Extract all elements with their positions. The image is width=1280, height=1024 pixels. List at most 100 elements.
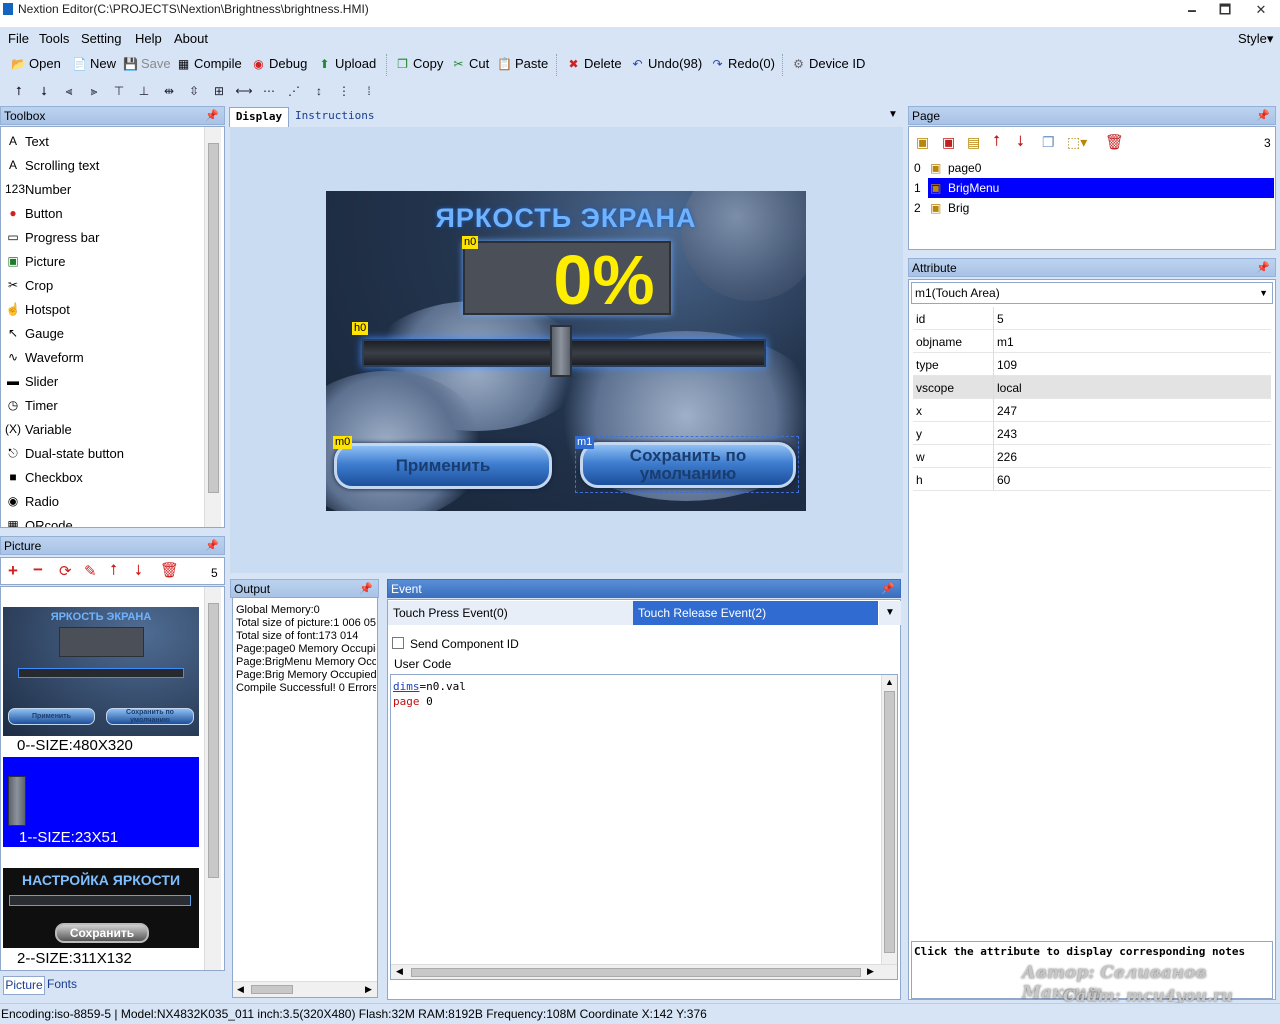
- import-page-icon[interactable]: ⬚▾: [1067, 134, 1087, 151]
- move-up-icon[interactable]: ⭡: [10, 82, 28, 100]
- picture-thumb-2[interactable]: НАСТРОЙКА ЯРКОСТИ Сохранить: [3, 868, 199, 948]
- undo-button[interactable]: ↶ Undo(98): [630, 56, 702, 71]
- event-tab-dropdown-icon[interactable]: ▼: [879, 601, 901, 625]
- menu-tools[interactable]: Tools: [39, 31, 69, 46]
- same-size-icon[interactable]: ⊞: [210, 82, 228, 100]
- align-top-icon[interactable]: ⊤: [110, 82, 128, 100]
- output-hscrollbar[interactable]: ◀ ▶: [233, 981, 377, 997]
- attribute-row-id[interactable]: id 5: [913, 307, 1271, 330]
- scroll-thumb[interactable]: [251, 985, 293, 994]
- page-item-BrigMenu[interactable]: 1 ▣ BrigMenu: [910, 178, 1274, 198]
- open-button[interactable]: 📂 Open: [11, 56, 61, 71]
- attribute-value[interactable]: 60: [997, 473, 1010, 487]
- apply-button-m0[interactable]: Применить: [334, 443, 552, 489]
- minimize-button[interactable]: 🗕: [1175, 0, 1209, 20]
- tab-touch-press[interactable]: Touch Press Event(0): [388, 601, 633, 625]
- distribute-horizontal-icon[interactable]: ⋯: [260, 82, 278, 100]
- tab-dropdown-icon[interactable]: ▼: [888, 109, 898, 120]
- toolbox-item[interactable]: 123 Number: [5, 181, 71, 197]
- scroll-left-icon[interactable]: ◀: [396, 966, 403, 977]
- toolbox-item[interactable]: ● Button: [5, 205, 62, 221]
- center-vertical-icon[interactable]: ⇳: [185, 82, 203, 100]
- attribute-value[interactable]: 247: [997, 404, 1017, 418]
- add-page-icon[interactable]: ▣: [916, 134, 929, 151]
- add-picture-icon[interactable]: +: [8, 561, 18, 581]
- edit-picture-icon[interactable]: ✎: [84, 562, 97, 580]
- attribute-value[interactable]: 226: [997, 450, 1017, 464]
- attribute-value[interactable]: 243: [997, 427, 1017, 441]
- attribute-value[interactable]: m1: [997, 335, 1014, 349]
- redo-button[interactable]: ↷ Redo(0): [710, 56, 775, 71]
- toolbox-item[interactable]: ✂ Crop: [5, 277, 53, 293]
- selection-box-m1[interactable]: Сохранить по умолчанию: [575, 436, 799, 493]
- pin-icon[interactable]: 📌: [205, 107, 219, 125]
- picture-scrollbar[interactable]: [204, 587, 221, 970]
- attribute-row-objname[interactable]: objname m1: [913, 330, 1271, 353]
- picture-thumb-0[interactable]: ЯРКОСТЬ ЭКРАНА Применить Сохранить по ум…: [3, 607, 199, 736]
- toolbox-item[interactable]: A Text: [5, 133, 49, 149]
- move-down-icon[interactable]: ⭣: [1017, 133, 1024, 150]
- code-vscrollbar[interactable]: ▲: [881, 675, 897, 964]
- menu-file[interactable]: File: [8, 31, 29, 46]
- same-height-icon[interactable]: ↕: [310, 82, 328, 100]
- toolbox-item[interactable]: (X) Variable: [5, 421, 72, 437]
- close-button[interactable]: ✕: [1244, 0, 1278, 20]
- move-up-icon[interactable]: ⭡: [110, 562, 117, 579]
- toolbox-item[interactable]: ↖ Gauge: [5, 325, 64, 341]
- code-editor[interactable]: dims=n0.val page 0 ▲ ◀ ▶: [390, 674, 898, 980]
- copy-button[interactable]: ❐ Copy: [395, 56, 443, 71]
- toolbox-item[interactable]: ■ Checkbox: [5, 469, 82, 485]
- pin-icon[interactable]: 📌: [205, 537, 219, 555]
- page-item-Brig[interactable]: 2 ▣ Brig: [910, 198, 1274, 218]
- pin-icon[interactable]: 📌: [1256, 107, 1270, 125]
- component-select[interactable]: m1(Touch Area) ▼: [911, 282, 1273, 304]
- toolbox-item[interactable]: ⎋ Dual-state button: [5, 445, 124, 461]
- send-component-id-checkbox[interactable]: [392, 637, 404, 649]
- picture-thumb-1-selected[interactable]: 1--SIZE:23X51: [3, 757, 199, 847]
- pin-icon[interactable]: 📌: [881, 580, 895, 598]
- attribute-value[interactable]: 109: [997, 358, 1017, 372]
- toolbox-item[interactable]: ▬ Slider: [5, 373, 58, 389]
- toolbox-item[interactable]: ∿ Waveform: [5, 349, 84, 365]
- toolbox-item[interactable]: ▦ QRcode: [5, 517, 72, 528]
- align-bottom-icon[interactable]: ⊥: [135, 82, 153, 100]
- tab-instructions[interactable]: Instructions: [295, 107, 374, 127]
- trash-icon[interactable]: 🗑: [1105, 133, 1124, 151]
- attribute-row-y[interactable]: y 243: [913, 422, 1271, 445]
- scroll-thumb[interactable]: [411, 968, 861, 977]
- maximize-button[interactable]: 🗖: [1208, 0, 1242, 20]
- remove-picture-icon[interactable]: −: [33, 560, 43, 580]
- insert-page-icon[interactable]: ▤: [967, 134, 980, 151]
- tab-fonts[interactable]: Fonts: [46, 976, 78, 995]
- new-button[interactable]: 📄 New: [72, 56, 116, 71]
- code-hscrollbar[interactable]: ◀ ▶: [391, 964, 897, 979]
- scroll-right-icon[interactable]: ▶: [867, 966, 874, 977]
- toolbox-item[interactable]: ☝ Hotspot: [5, 301, 70, 317]
- tab-touch-release[interactable]: Touch Release Event(2): [633, 601, 878, 625]
- attribute-value[interactable]: 5: [997, 312, 1004, 326]
- same-width-icon[interactable]: ⟷: [235, 82, 253, 100]
- attribute-row-type[interactable]: type 109: [913, 353, 1271, 376]
- align-left-icon[interactable]: ⫷: [60, 82, 78, 100]
- attribute-row-vscope[interactable]: vscope local: [913, 376, 1271, 399]
- attribute-row-h[interactable]: h 60: [913, 468, 1271, 491]
- toolbox-item[interactable]: ▣ Picture: [5, 253, 65, 269]
- attribute-row-w[interactable]: w 226: [913, 445, 1271, 468]
- tab-display[interactable]: Display: [229, 107, 289, 127]
- save-default-button-m1[interactable]: Сохранить по умолчанию: [580, 442, 796, 488]
- toolbox-item[interactable]: ◷ Timer: [5, 397, 58, 413]
- compile-button[interactable]: ▦ Compile: [176, 56, 242, 71]
- menu-style[interactable]: Style▾: [1238, 31, 1273, 47]
- replace-picture-icon[interactable]: ⟳: [59, 562, 72, 580]
- trash-icon[interactable]: 🗑: [160, 561, 179, 579]
- device-id-button[interactable]: ⚙ Device ID: [791, 56, 865, 71]
- toolbox-item[interactable]: ◉ Radio: [5, 493, 59, 509]
- pin-icon[interactable]: 📌: [359, 580, 373, 598]
- align-right-icon[interactable]: ⫸: [85, 82, 103, 100]
- number-n0[interactable]: 0%: [463, 241, 671, 317]
- scroll-thumb[interactable]: [208, 603, 219, 878]
- scroll-thumb[interactable]: [208, 143, 219, 493]
- scroll-thumb[interactable]: [884, 691, 895, 953]
- save-button[interactable]: 💾 Save: [123, 56, 171, 71]
- toolbox-scrollbar[interactable]: [204, 127, 221, 527]
